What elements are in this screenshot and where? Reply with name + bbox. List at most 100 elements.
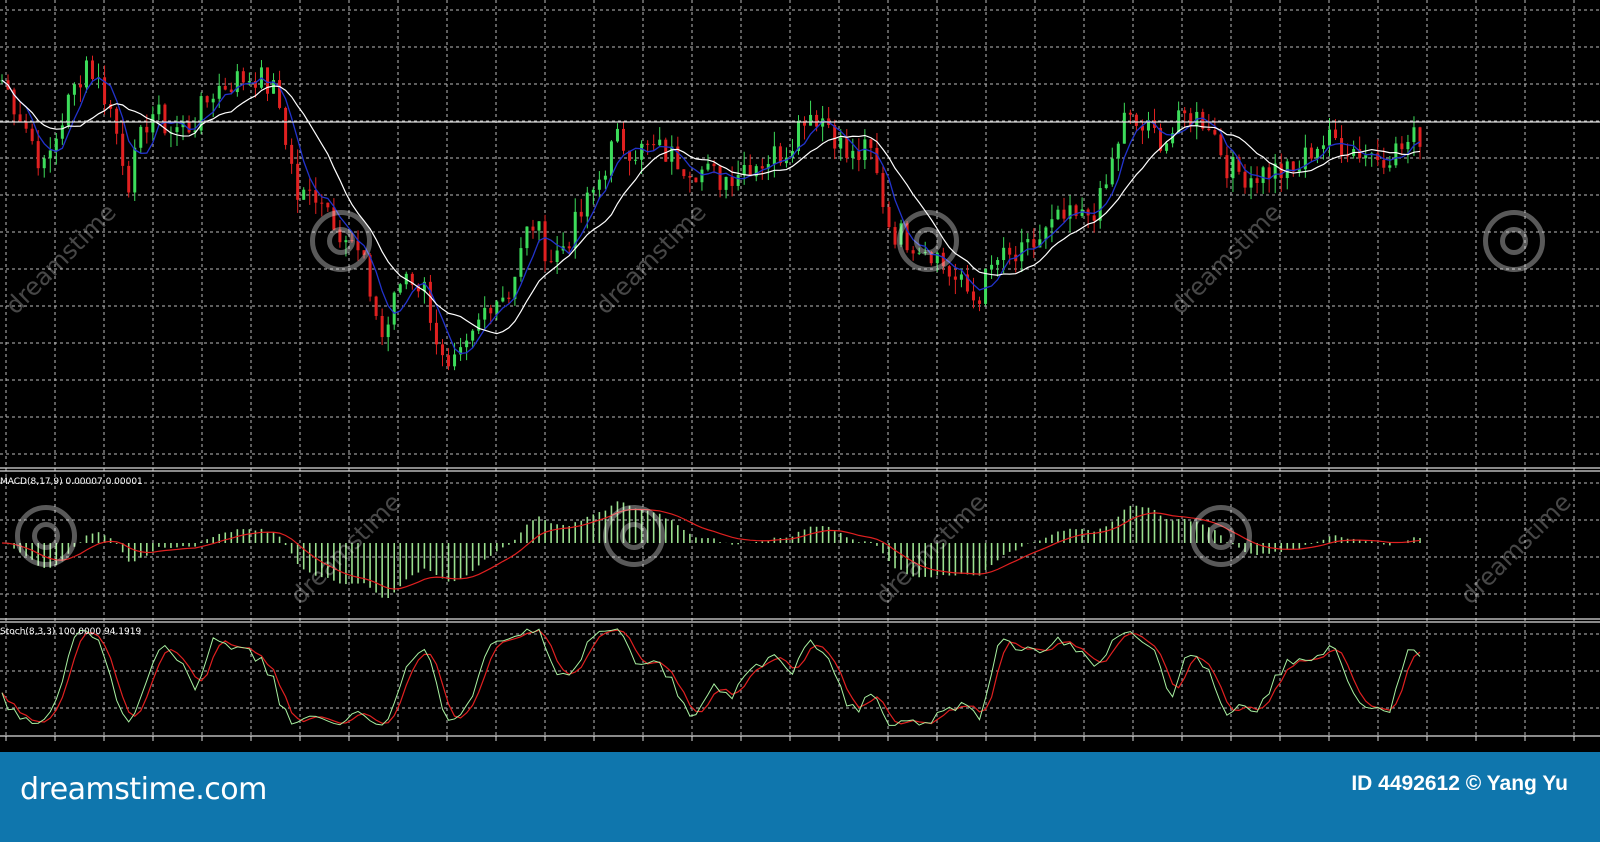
candle-down xyxy=(205,96,209,103)
candle-down xyxy=(622,128,626,151)
candle-down xyxy=(1183,110,1187,114)
candle-down xyxy=(380,315,384,338)
candle-down xyxy=(718,166,722,190)
candle-down xyxy=(543,221,547,262)
candle-down xyxy=(911,250,915,254)
candle-up xyxy=(990,264,994,270)
candle-up xyxy=(465,340,469,348)
candle-down xyxy=(320,202,324,204)
candle-down xyxy=(857,150,861,161)
candle-up xyxy=(1231,157,1235,179)
candle-up xyxy=(742,165,746,175)
candle-up xyxy=(1116,143,1120,159)
candle-down xyxy=(1382,160,1386,168)
candle-down xyxy=(1400,143,1404,150)
candle-up xyxy=(1321,145,1325,149)
candle-down xyxy=(567,246,571,249)
candle-down xyxy=(1243,171,1247,188)
candle-up xyxy=(1050,219,1054,228)
candle-down xyxy=(374,296,378,316)
candle-up xyxy=(658,139,662,146)
stoch-k-line xyxy=(1,628,1421,726)
candle-down xyxy=(646,143,650,145)
candle-up xyxy=(555,250,559,262)
fast-ma-line xyxy=(1,76,1421,355)
candle-down xyxy=(332,207,336,230)
candle-down xyxy=(875,147,879,174)
candle-up xyxy=(175,127,179,133)
candle-down xyxy=(145,126,149,133)
candle-up xyxy=(60,125,64,139)
stoch-d-line xyxy=(1,629,1421,725)
candle-down xyxy=(440,344,444,356)
candles xyxy=(0,55,1422,371)
candle-down xyxy=(434,322,438,345)
stoch-panel xyxy=(1,628,1421,726)
candle-down xyxy=(881,173,885,208)
candle-up xyxy=(1122,112,1126,144)
candle-down xyxy=(265,67,269,94)
candle-down xyxy=(326,202,330,208)
candle-down xyxy=(1213,130,1217,135)
candle-up xyxy=(1098,188,1102,221)
candle-down xyxy=(1340,138,1344,156)
candle-down xyxy=(350,240,354,242)
candle-down xyxy=(1255,178,1259,183)
candle-down xyxy=(78,84,82,88)
candle-down xyxy=(284,107,288,145)
candle-down xyxy=(760,166,764,169)
candle-up xyxy=(603,175,607,180)
candle-up xyxy=(736,174,740,186)
dreamstime-logo[interactable]: dreamstime.com xyxy=(20,772,267,807)
candle-down xyxy=(1092,215,1096,221)
candle-down xyxy=(241,71,245,83)
candle-down xyxy=(1032,239,1036,248)
candle-up xyxy=(1406,141,1410,150)
candle-down xyxy=(296,163,300,200)
candle-up xyxy=(247,81,251,83)
candle-down xyxy=(549,261,553,263)
candle-down xyxy=(115,108,119,134)
candle-down xyxy=(338,229,342,243)
candle-down xyxy=(24,121,28,129)
candle-up xyxy=(386,324,390,338)
candle-down xyxy=(489,307,493,314)
macd-label: MACD(8,17,9) 0.00007 0.00001 xyxy=(0,477,143,487)
candle-up xyxy=(959,274,963,280)
candle-up xyxy=(772,146,776,165)
candle-up xyxy=(597,179,601,190)
candle-down xyxy=(730,176,734,186)
candle-up xyxy=(1104,184,1108,189)
candle-up xyxy=(1110,158,1114,185)
grid xyxy=(0,0,1600,735)
candle-up xyxy=(501,297,505,302)
candle-down xyxy=(1267,167,1271,179)
candle-down xyxy=(1309,147,1313,159)
candle-up xyxy=(471,330,475,341)
candle-down xyxy=(127,165,131,193)
candle-up xyxy=(1056,209,1060,220)
candle-up xyxy=(495,301,499,314)
candle-up xyxy=(72,84,76,95)
candle-up xyxy=(839,137,843,149)
candle-up xyxy=(211,98,215,103)
candle-down xyxy=(1418,127,1422,147)
candle-down xyxy=(314,190,318,203)
price-chart xyxy=(0,0,1600,752)
candle-down xyxy=(941,252,945,267)
candle-up xyxy=(54,138,58,151)
candle-up xyxy=(851,150,855,159)
image-credit: ID 4492612 © Yang Yu xyxy=(1351,772,1568,795)
candle-up xyxy=(634,159,638,161)
candle-down xyxy=(579,211,583,217)
candle-down xyxy=(682,169,686,177)
candle-up xyxy=(706,163,710,170)
candle-up xyxy=(1412,127,1416,142)
candle-down xyxy=(229,89,233,93)
candle-down xyxy=(953,276,957,280)
candle-up xyxy=(453,354,457,367)
candle-down xyxy=(428,281,432,323)
candle-down xyxy=(1225,155,1229,179)
candle-down xyxy=(694,177,698,183)
candle-up xyxy=(519,248,523,277)
